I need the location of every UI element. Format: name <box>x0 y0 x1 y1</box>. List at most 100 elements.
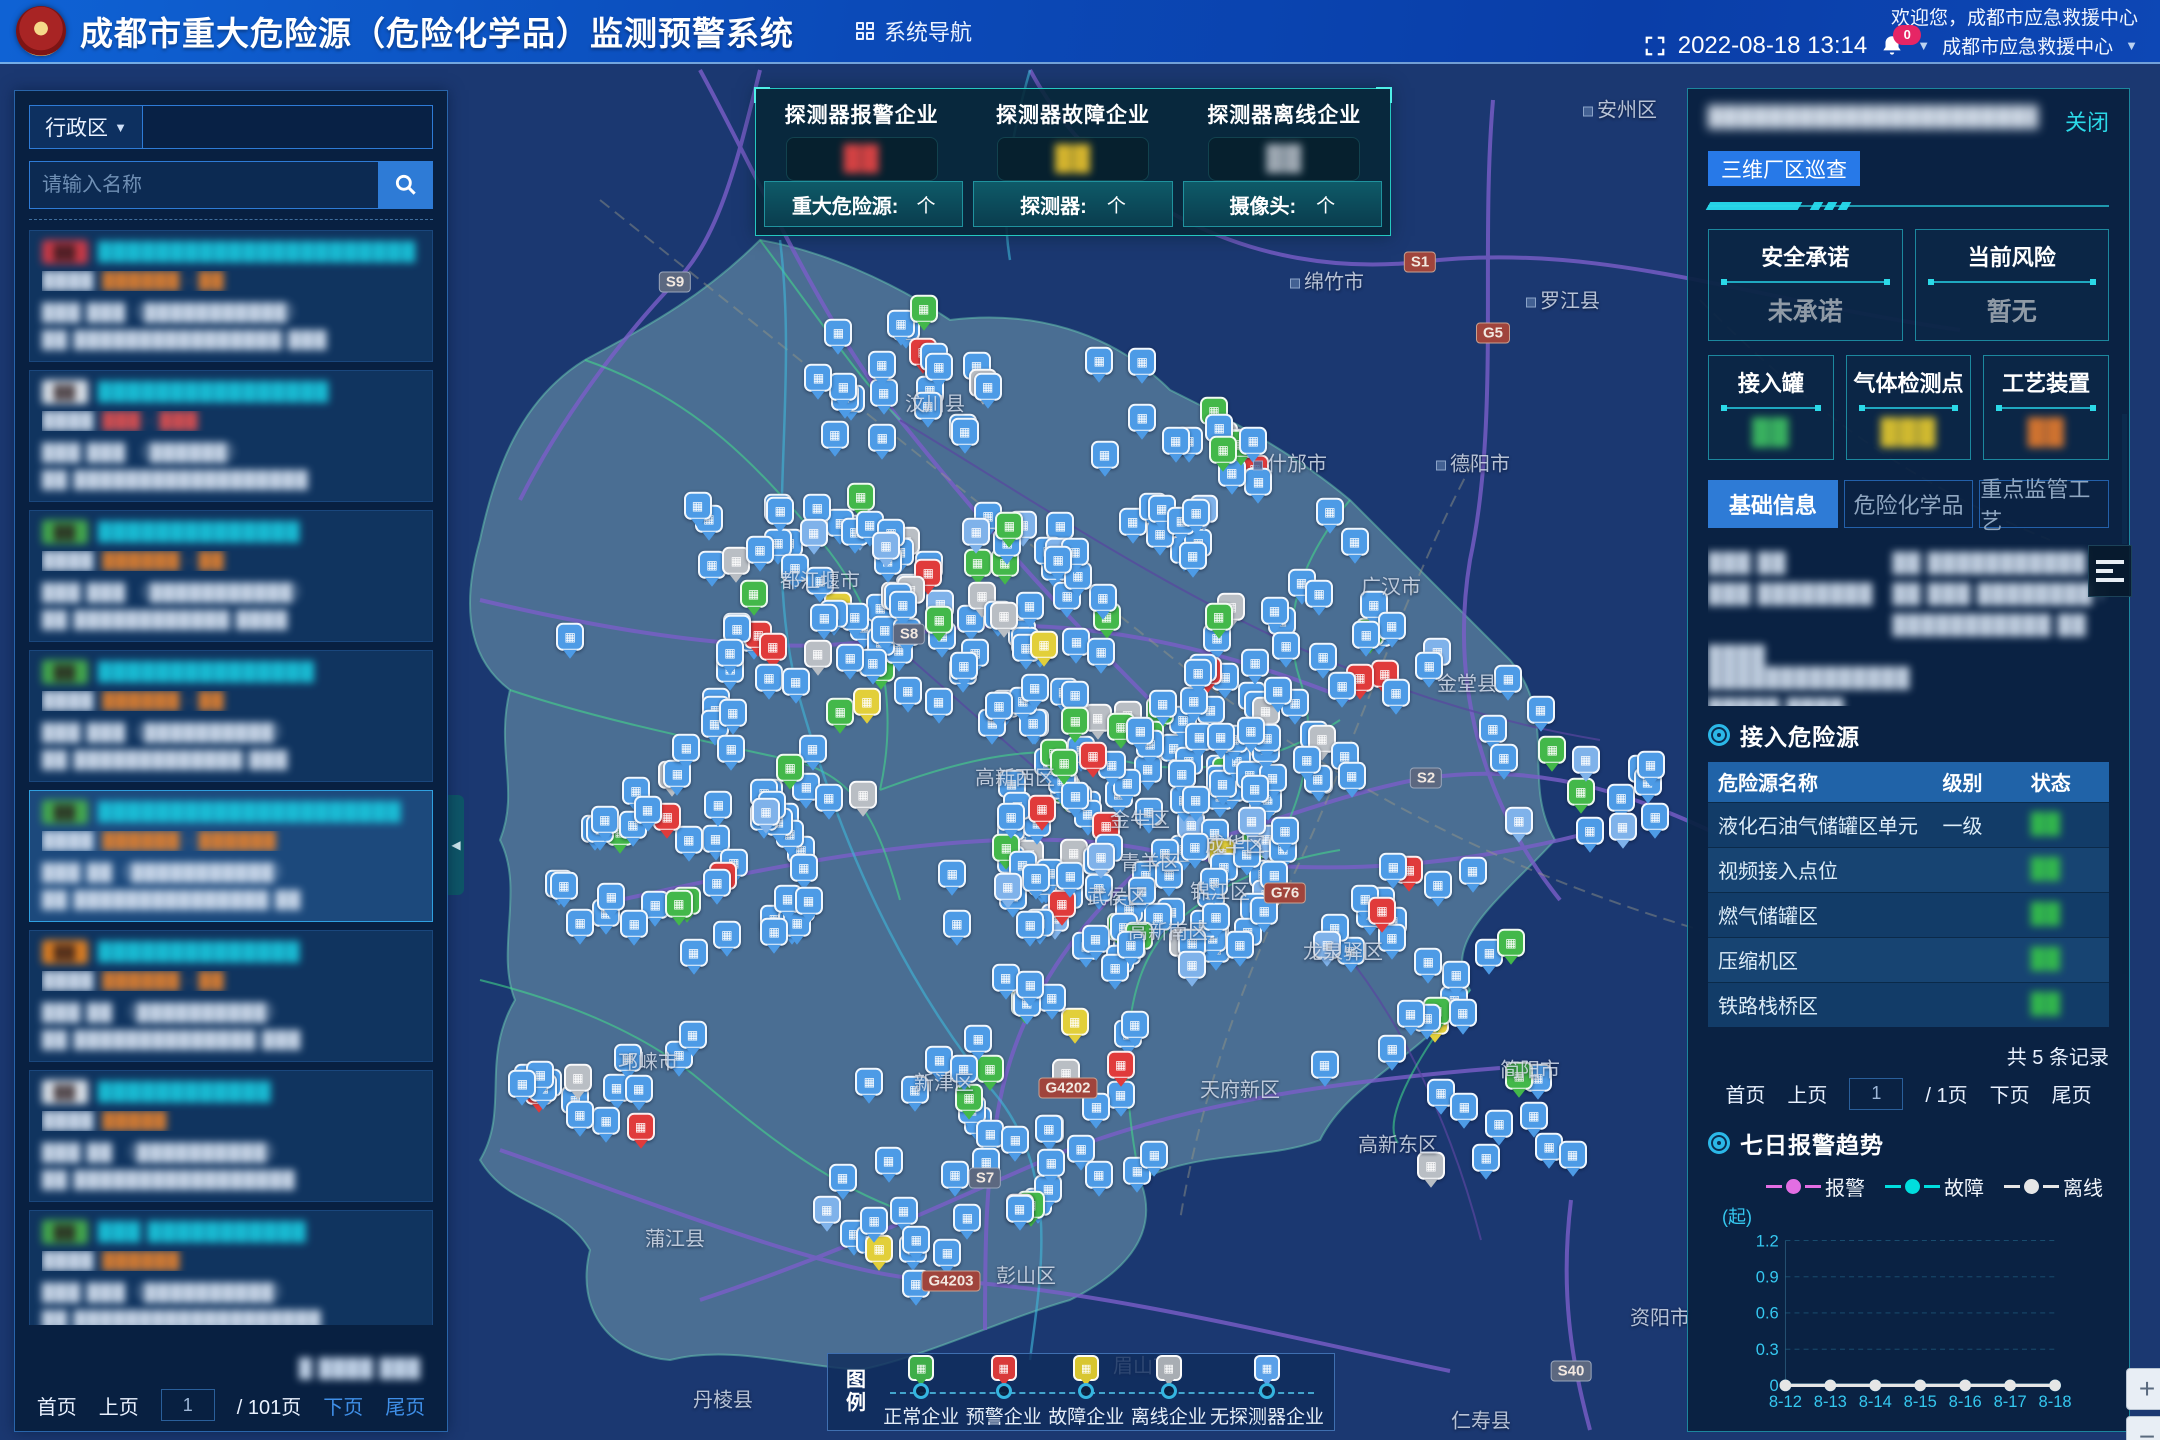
page-number-input[interactable] <box>1849 1078 1903 1110</box>
enterprise-map-pin[interactable]: ▦ <box>684 491 712 519</box>
enterprise-map-pin[interactable]: ▦ <box>746 536 774 564</box>
enterprise-map-pin[interactable]: ▦ <box>849 781 877 809</box>
enterprise-map-pin[interactable]: ▦ <box>782 668 810 696</box>
enterprise-map-pin[interactable]: ▦ <box>1028 795 1056 823</box>
enterprise-map-pin[interactable]: ▦ <box>1338 762 1366 790</box>
enterprise-map-pin[interactable]: ▦ <box>925 353 953 381</box>
enterprise-map-pin[interactable]: ▦ <box>1316 498 1344 526</box>
hazard-name[interactable]: 压缩机区 <box>1708 937 1933 982</box>
enterprise-map-pin[interactable]: ▦ <box>1424 871 1452 899</box>
enterprise-map-pin[interactable]: ▦ <box>1006 1195 1034 1223</box>
enterprise-map-pin[interactable]: ▦ <box>1061 707 1089 735</box>
enterprise-map-pin[interactable]: ▦ <box>829 1163 857 1191</box>
enterprise-map-pin[interactable]: ▦ <box>1207 723 1235 751</box>
enterprise-map-pin[interactable]: ▦ <box>1505 807 1533 835</box>
table-row[interactable]: 铁路栈桥区██ <box>1708 982 2109 1027</box>
enterprise-map-pin[interactable]: ▦ <box>1209 436 1237 464</box>
enterprise-card[interactable]: ██████████████████████████ ██ （█████████… <box>29 1070 433 1202</box>
enterprise-card[interactable]: ██████████████████████████ - █████ ██ （█… <box>29 930 433 1062</box>
search-button[interactable] <box>379 161 433 209</box>
enterprise-map-pin[interactable]: ▦ <box>1378 1035 1406 1063</box>
enterprise-map-pin[interactable]: ▦ <box>1205 603 1233 631</box>
enterprise-map-pin[interactable]: ▦ <box>760 918 788 946</box>
enterprise-map-pin[interactable]: ▦ <box>810 604 838 632</box>
enterprise-map-pin[interactable]: ▦ <box>997 803 1025 831</box>
table-row[interactable]: 压缩机区██ <box>1708 937 2109 982</box>
enterprise-map-pin[interactable]: ▦ <box>836 644 864 672</box>
last-page-link[interactable]: 尾页 <box>385 1391 425 1420</box>
notification-button[interactable]: 0 <box>1879 33 1905 59</box>
enterprise-map-pin[interactable]: ▦ <box>938 860 966 888</box>
page-number-input[interactable] <box>161 1389 215 1421</box>
chevron-down-icon[interactable]: ▼ <box>2125 38 2138 53</box>
enterprise-map-pin[interactable]: ▦ <box>679 1021 707 1049</box>
enterprise-map-pin[interactable]: ▦ <box>550 872 578 900</box>
enterprise-map-pin[interactable]: ▦ <box>1056 862 1084 890</box>
enterprise-map-pin[interactable]: ▦ <box>995 512 1023 540</box>
enterprise-map-pin[interactable]: ▦ <box>1121 1011 1149 1039</box>
map-legend-item[interactable]: ▦故障企业 <box>1045 1355 1128 1429</box>
enterprise-map-pin[interactable]: ▦ <box>1044 546 1072 574</box>
tab-基础信息[interactable]: 基础信息 <box>1708 480 1838 528</box>
enterprise-map-pin[interactable]: ▦ <box>847 483 875 511</box>
enterprise-map-pin[interactable]: ▦ <box>1607 784 1635 812</box>
enterprise-map-pin[interactable]: ▦ <box>1128 348 1156 376</box>
enterprise-map-pin[interactable]: ▦ <box>752 798 780 826</box>
enterprise-map-pin[interactable]: ▦ <box>1305 579 1333 607</box>
enterprise-map-pin[interactable]: ▦ <box>804 364 832 392</box>
enterprise-map-pin[interactable]: ▦ <box>976 1119 1004 1147</box>
enterprise-map-pin[interactable]: ▦ <box>1226 930 1254 958</box>
region-filter-value-input[interactable] <box>143 105 433 149</box>
enterprise-map-pin[interactable]: ▦ <box>1442 961 1470 989</box>
enterprise-map-pin[interactable]: ▦ <box>1107 1051 1135 1079</box>
enterprise-card[interactable]: █████ ████████████████████████ ███（█████… <box>29 1210 433 1325</box>
enterprise-map-pin[interactable]: ▦ <box>1184 659 1212 687</box>
legend-item[interactable]: 离线 <box>2004 1172 2103 1201</box>
map-legend-item[interactable]: ▦无探测器企业 <box>1210 1355 1324 1429</box>
legend-item[interactable]: 故障 <box>1885 1172 1984 1201</box>
fullscreen-icon[interactable] <box>1644 35 1666 57</box>
enterprise-map-pin[interactable]: ▦ <box>776 754 804 782</box>
enterprise-map-pin[interactable]: ▦ <box>910 295 938 323</box>
first-page-link[interactable]: 首页 <box>37 1391 77 1420</box>
enterprise-map-pin[interactable]: ▦ <box>853 688 881 716</box>
map-legend-item[interactable]: ▦正常企业 <box>880 1355 963 1429</box>
enterprise-map-pin[interactable]: ▦ <box>824 319 852 347</box>
enterprise-map-pin[interactable]: ▦ <box>1140 1141 1168 1169</box>
enterprise-map-pin[interactable]: ▦ <box>890 1197 918 1225</box>
enterprise-map-pin[interactable]: ▦ <box>1021 674 1049 702</box>
enterprise-map-pin[interactable]: ▦ <box>1497 929 1525 957</box>
enterprise-map-pin[interactable]: ▦ <box>1559 1141 1587 1169</box>
enterprise-map-pin[interactable]: ▦ <box>855 1068 883 1096</box>
enterprise-map-pin[interactable]: ▦ <box>962 518 990 546</box>
enterprise-map-pin[interactable]: ▦ <box>994 873 1022 901</box>
user-menu[interactable]: 成都市应急救援中心 <box>1942 32 2113 59</box>
enterprise-map-pin[interactable]: ▦ <box>1459 857 1487 885</box>
enterprise-map-pin[interactable]: ▦ <box>755 664 783 692</box>
enterprise-map-pin[interactable]: ▦ <box>860 1207 888 1235</box>
system-nav-button[interactable]: 系统导航 <box>856 15 972 47</box>
enterprise-map-pin[interactable]: ▦ <box>953 1204 981 1232</box>
map-legend-item[interactable]: ▦离线企业 <box>1128 1355 1211 1429</box>
enterprise-map-pin[interactable]: ▦ <box>990 602 1018 630</box>
enterprise-map-pin[interactable]: ▦ <box>992 964 1020 992</box>
enterprise-map-pin[interactable]: ▦ <box>1237 717 1265 745</box>
enterprise-map-pin[interactable]: ▦ <box>1637 750 1665 778</box>
enterprise-map-pin[interactable]: ▦ <box>1016 592 1044 620</box>
enterprise-map-pin[interactable]: ▦ <box>592 1107 620 1135</box>
enterprise-map-pin[interactable]: ▦ <box>951 418 979 446</box>
hazard-name[interactable]: 视频接入点位 <box>1708 847 1933 892</box>
enterprise-map-pin[interactable]: ▦ <box>680 939 708 967</box>
enterprise-map-pin[interactable]: ▦ <box>1572 746 1600 774</box>
enterprise-map-pin[interactable]: ▦ <box>933 1239 961 1267</box>
enterprise-map-pin[interactable]: ▦ <box>894 676 922 704</box>
enterprise-map-pin[interactable]: ▦ <box>740 580 768 608</box>
enterprise-map-pin[interactable]: ▦ <box>950 652 978 680</box>
enterprise-map-pin[interactable]: ▦ <box>566 1101 594 1129</box>
enterprise-map-pin[interactable]: ▦ <box>964 1025 992 1053</box>
table-row[interactable]: 燃气储罐区██ <box>1708 892 2109 937</box>
enterprise-map-pin[interactable]: ▦ <box>795 886 823 914</box>
enterprise-map-pin[interactable]: ▦ <box>1126 717 1154 745</box>
enterprise-map-pin[interactable]: ▦ <box>597 883 625 911</box>
enterprise-map-pin[interactable]: ▦ <box>925 605 953 633</box>
